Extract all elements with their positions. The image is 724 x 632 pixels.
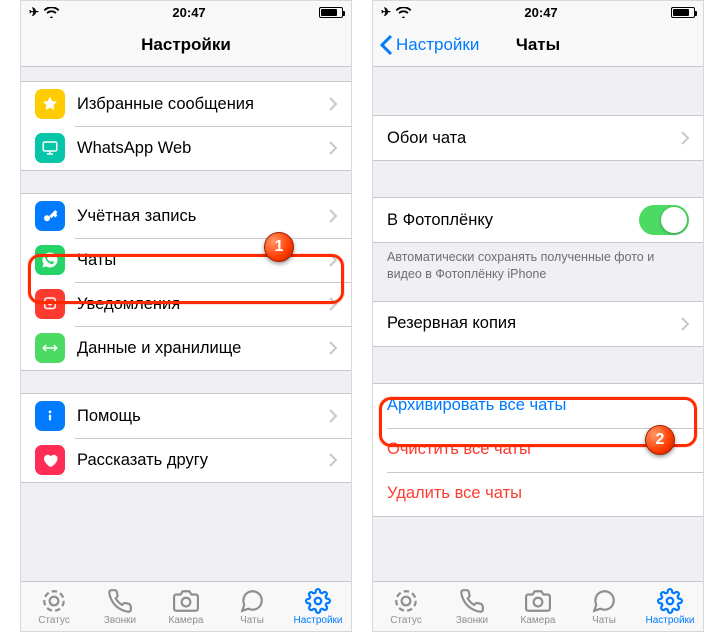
row-account[interactable]: Учётная запись xyxy=(21,194,351,238)
page-title: Настройки xyxy=(141,35,231,55)
row-label: WhatsApp Web xyxy=(77,139,329,158)
status-time: 20:47 xyxy=(172,5,205,20)
group-camera-roll: В Фотоплёнку xyxy=(373,197,703,243)
star-icon xyxy=(35,89,65,119)
row-label: Обои чата xyxy=(387,129,681,148)
toggle-switch-on[interactable] xyxy=(639,205,689,235)
wifi-icon xyxy=(396,7,411,18)
row-delete-all[interactable]: Удалить все чаты xyxy=(373,472,703,516)
page-title: Чаты xyxy=(516,35,560,55)
row-label: Данные и хранилище xyxy=(77,339,329,358)
row-label: Уведомления xyxy=(77,295,329,314)
tab-camera[interactable]: Камера xyxy=(505,582,571,631)
status-bar: ✈ 20:47 xyxy=(21,1,351,23)
footer-note: Автоматически сохранять полученные фото … xyxy=(373,243,703,283)
tab-calls[interactable]: Звонки xyxy=(439,582,505,631)
phone-left: ✈ 20:47 Настройки Избранные сообщения Wh… xyxy=(20,0,352,632)
row-label: Удалить все чаты xyxy=(387,484,689,503)
phone-right: ✈ 20:47 Настройки Чаты Обои чата В Фотоп… xyxy=(372,0,704,632)
status-time: 20:47 xyxy=(524,5,557,20)
airplane-icon: ✈ xyxy=(381,5,391,19)
settings-group-2: Учётная запись Чаты Уведомления xyxy=(21,193,351,371)
row-save-camera-roll[interactable]: В Фотоплёнку xyxy=(373,198,703,242)
row-label: Чаты xyxy=(77,251,329,270)
info-icon xyxy=(35,401,65,431)
key-icon xyxy=(35,201,65,231)
row-label: Рассказать другу xyxy=(77,451,329,470)
chevron-right-icon xyxy=(329,453,337,467)
row-whatsapp-web[interactable]: WhatsApp Web xyxy=(21,126,351,170)
tab-status[interactable]: Статус xyxy=(373,582,439,631)
row-label: В Фотоплёнку xyxy=(387,211,639,230)
tab-label: Настройки xyxy=(293,615,342,626)
chevron-right-icon xyxy=(329,341,337,355)
nav-bar: Настройки xyxy=(21,23,351,67)
row-notifications[interactable]: Уведомления xyxy=(21,282,351,326)
tab-label: Настройки xyxy=(645,615,694,626)
tab-label: Статус xyxy=(38,615,70,626)
data-icon xyxy=(35,333,65,363)
row-label: Резервная копия xyxy=(387,314,681,333)
chevron-right-icon xyxy=(329,97,337,111)
battery-icon xyxy=(671,7,695,18)
chevron-right-icon xyxy=(329,209,337,223)
tab-settings[interactable]: Настройки xyxy=(285,582,351,631)
tab-label: Чаты xyxy=(592,615,616,626)
tab-status[interactable]: Статус xyxy=(21,582,87,631)
tab-label: Камера xyxy=(169,615,204,626)
tab-settings[interactable]: Настройки xyxy=(637,582,703,631)
bell-icon xyxy=(35,289,65,319)
group-backup: Резервная копия xyxy=(373,301,703,347)
row-starred-messages[interactable]: Избранные сообщения xyxy=(21,82,351,126)
status-bar: ✈ 20:47 xyxy=(373,1,703,23)
tab-chats[interactable]: Чаты xyxy=(571,582,637,631)
chevron-right-icon xyxy=(681,131,689,145)
tab-bar: Статус Звонки Камера Чаты Настройки xyxy=(21,581,351,631)
group-wallpaper: Обои чата xyxy=(373,115,703,161)
chevron-right-icon xyxy=(329,297,337,311)
tab-label: Статус xyxy=(390,615,422,626)
heart-icon xyxy=(35,445,65,475)
back-label: Настройки xyxy=(396,35,479,55)
settings-group-1: Избранные сообщения WhatsApp Web xyxy=(21,81,351,171)
chevron-right-icon xyxy=(329,141,337,155)
back-button[interactable]: Настройки xyxy=(379,34,479,56)
row-wallpaper[interactable]: Обои чата xyxy=(373,116,703,160)
tab-label: Камера xyxy=(521,615,556,626)
battery-icon xyxy=(319,7,343,18)
tab-bar: Статус Звонки Камера Чаты Настройки xyxy=(373,581,703,631)
row-label: Архивировать все чаты xyxy=(387,396,689,415)
whatsapp-icon xyxy=(35,245,65,275)
group-chat-actions: Архивировать все чаты Очистить все чаты … xyxy=(373,383,703,517)
row-tell-friend[interactable]: Рассказать другу xyxy=(21,438,351,482)
row-chats[interactable]: Чаты xyxy=(21,238,351,282)
settings-content: Избранные сообщения WhatsApp Web Учётная… xyxy=(21,67,351,581)
row-clear-all[interactable]: Очистить все чаты xyxy=(373,428,703,472)
tab-camera[interactable]: Камера xyxy=(153,582,219,631)
row-label: Учётная запись xyxy=(77,207,329,226)
chevron-left-icon xyxy=(379,34,393,56)
tab-label: Звонки xyxy=(456,615,488,626)
nav-bar: Настройки Чаты xyxy=(373,23,703,67)
chevron-right-icon xyxy=(329,409,337,423)
chats-settings-content: Обои чата В Фотоплёнку Автоматически сох… xyxy=(373,67,703,581)
row-archive-all[interactable]: Архивировать все чаты xyxy=(373,384,703,428)
row-label: Очистить все чаты xyxy=(387,440,689,459)
tab-calls[interactable]: Звонки xyxy=(87,582,153,631)
row-data-storage[interactable]: Данные и хранилище xyxy=(21,326,351,370)
chevron-right-icon xyxy=(329,253,337,267)
wifi-icon xyxy=(44,7,59,18)
row-label: Избранные сообщения xyxy=(77,95,329,114)
tab-label: Звонки xyxy=(104,615,136,626)
tab-label: Чаты xyxy=(240,615,264,626)
settings-group-3: Помощь Рассказать другу xyxy=(21,393,351,483)
row-help[interactable]: Помощь xyxy=(21,394,351,438)
row-backup[interactable]: Резервная копия xyxy=(373,302,703,346)
row-label: Помощь xyxy=(77,407,329,426)
monitor-icon xyxy=(35,133,65,163)
airplane-icon: ✈ xyxy=(29,5,39,19)
chevron-right-icon xyxy=(681,317,689,331)
tab-chats[interactable]: Чаты xyxy=(219,582,285,631)
